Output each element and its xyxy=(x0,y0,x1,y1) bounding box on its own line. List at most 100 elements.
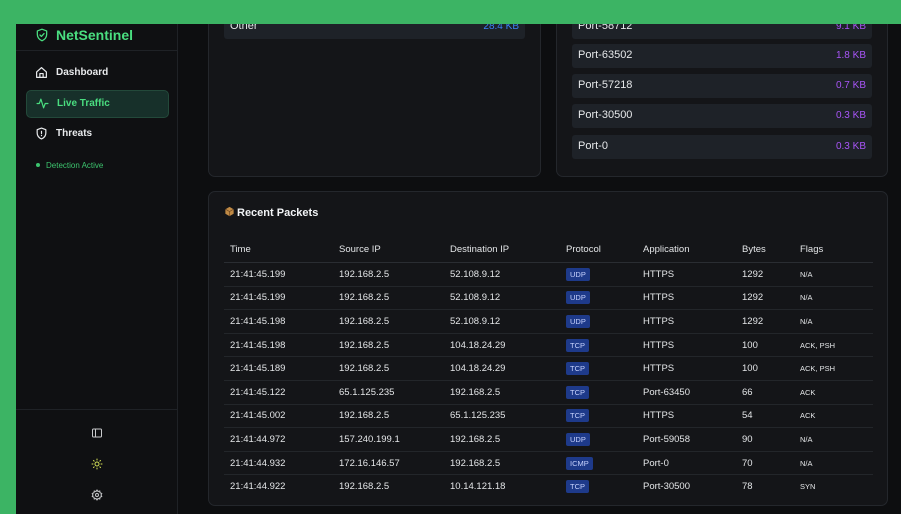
cell-destination-ip: 65.1.125.235 xyxy=(444,404,560,429)
sidebar-item-label: Threats xyxy=(56,128,93,139)
cell-source-ip: 192.168.2.5 xyxy=(333,309,444,334)
cell-protocol: TCP xyxy=(560,333,637,358)
table-row[interactable]: 21:41:44.972 157.240.199.1 192.168.2.5 U… xyxy=(224,427,873,452)
sidebar-item-threats[interactable]: Threats xyxy=(26,121,167,147)
cell-flags: N/A xyxy=(794,286,873,311)
protocol-badge: UDP xyxy=(566,432,590,446)
alert-icon xyxy=(36,127,47,140)
cell-bytes: 1292 xyxy=(736,286,794,311)
cell-application: Port-59058 xyxy=(637,427,736,452)
list-item: Port-58712 9.1 KB xyxy=(572,24,872,39)
cell-source-ip: 192.168.2.5 xyxy=(333,286,444,311)
row-label: Port-30500 xyxy=(578,109,633,121)
table-row[interactable]: 21:41:44.922 192.168.2.5 10.14.121.18 TC… xyxy=(224,475,873,498)
cell-flags: ACK xyxy=(794,380,873,405)
cell-bytes: 70 xyxy=(736,451,794,476)
cell-protocol: UDP xyxy=(560,262,637,287)
cell-protocol: TCP xyxy=(560,404,637,429)
row-label: Port-63502 xyxy=(578,49,633,61)
recent-packets-panel: Recent Packets Time Source IP Destinatio… xyxy=(208,191,888,506)
table-row[interactable]: 21:41:45.199 192.168.2.5 52.108.9.12 UDP… xyxy=(224,286,873,311)
protocol-badge: UDP xyxy=(566,314,590,328)
cell-source-ip: 192.168.2.5 xyxy=(333,404,444,429)
cell-time: 21:41:45.198 xyxy=(224,309,333,334)
cell-destination-ip: 104.18.24.29 xyxy=(444,333,560,358)
sidebar-item-label: Dashboard xyxy=(56,67,109,78)
cell-source-ip: 192.168.2.5 xyxy=(333,356,444,381)
gear-icon[interactable] xyxy=(91,489,103,501)
protocol-badge: TCP xyxy=(566,480,589,494)
cell-destination-ip: 52.108.9.12 xyxy=(444,286,560,311)
table-row[interactable]: 21:41:45.198 192.168.2.5 52.108.9.12 UDP… xyxy=(224,309,873,334)
table-row[interactable]: 21:41:45.198 192.168.2.5 104.18.24.29 TC… xyxy=(224,333,873,358)
protocol-badge: TCP xyxy=(566,385,589,399)
cell-application: Port-63450 xyxy=(637,380,736,405)
cell-destination-ip: 104.18.24.29 xyxy=(444,356,560,381)
packets-table: Time Source IP Destination IP Protocol A… xyxy=(224,236,873,498)
table-row[interactable]: 21:41:45.199 192.168.2.5 52.108.9.12 UDP… xyxy=(224,262,873,287)
cell-destination-ip: 192.168.2.5 xyxy=(444,451,560,476)
table-row[interactable]: 21:41:45.189 192.168.2.5 104.18.24.29 TC… xyxy=(224,356,873,381)
cell-time: 21:41:45.199 xyxy=(224,286,333,311)
cell-protocol: TCP xyxy=(560,356,637,381)
home-icon xyxy=(36,67,47,78)
cell-bytes: 90 xyxy=(736,427,794,452)
sidebar-item-dashboard[interactable]: Dashboard xyxy=(26,60,167,86)
cell-bytes: 1292 xyxy=(736,262,794,287)
row-value: 28.4 KB xyxy=(483,24,519,32)
column-header: Time xyxy=(224,236,333,263)
section-title-text: Recent Packets xyxy=(237,207,319,219)
cell-flags: N/A xyxy=(794,262,873,287)
traffic-breakdown-panel: Other 28.4 KB xyxy=(208,24,541,177)
cell-destination-ip: 192.168.2.5 xyxy=(444,380,560,405)
cell-time: 21:41:45.199 xyxy=(224,262,333,287)
row-label: Port-58712 xyxy=(578,24,633,32)
detection-status: Detection Active xyxy=(36,161,103,170)
column-header: Bytes xyxy=(736,236,794,263)
cell-application: Port-30500 xyxy=(643,481,691,493)
column-header: Protocol xyxy=(560,236,637,263)
status-dot-icon xyxy=(36,162,40,167)
cell-flags: N/A xyxy=(794,451,873,476)
package-icon xyxy=(225,206,234,217)
cell-application: Port-0 xyxy=(637,451,736,476)
panel-toggle-icon[interactable] xyxy=(91,427,103,439)
cell-flags: N/A xyxy=(794,427,873,452)
cell-time: 21:41:45.122 xyxy=(224,380,333,405)
cell-time: 21:41:44.932 xyxy=(224,451,333,476)
cell-flags: ACK, PSH xyxy=(794,333,873,358)
cell-source-ip: 192.168.2.5 xyxy=(339,481,390,493)
column-header: Application xyxy=(637,236,736,263)
table-row[interactable]: 21:41:44.932 172.16.146.57 192.168.2.5 I… xyxy=(224,451,873,476)
table-row[interactable]: 21:41:45.122 65.1.125.235 192.168.2.5 TC… xyxy=(224,380,873,405)
row-value: 9.1 KB xyxy=(835,24,866,32)
cell-source-ip: 192.168.2.5 xyxy=(333,262,444,287)
cell-protocol: UDP xyxy=(560,309,637,334)
protocol-badge: TCP xyxy=(566,362,589,376)
row-label: Other xyxy=(230,24,258,32)
cell-flags: ACK xyxy=(794,404,873,429)
cell-flags: SYN xyxy=(800,482,816,492)
column-header: Flags xyxy=(794,236,873,263)
cell-source-ip: 157.240.199.1 xyxy=(333,427,444,452)
table-row[interactable]: 21:41:45.002 192.168.2.5 65.1.125.235 TC… xyxy=(224,404,873,429)
protocol-badge: TCP xyxy=(566,338,589,352)
cell-time: 21:41:45.189 xyxy=(224,356,333,381)
protocol-badge: ICMP xyxy=(566,456,593,470)
cell-source-ip: 172.16.146.57 xyxy=(333,451,444,476)
cell-protocol: TCP xyxy=(560,380,637,405)
cell-protocol: UDP xyxy=(560,427,637,452)
column-header: Destination IP xyxy=(444,236,560,263)
sidebar-item-live-traffic[interactable]: Live Traffic xyxy=(26,90,169,118)
row-label: Port-57218 xyxy=(578,79,633,91)
cell-destination-ip: 52.108.9.12 xyxy=(444,262,560,287)
sun-icon[interactable] xyxy=(91,458,103,470)
cell-time: 21:41:45.002 xyxy=(224,404,333,429)
sidebar-footer xyxy=(16,409,177,514)
section-title: Recent Packets xyxy=(224,206,318,219)
cell-application: HTTPS xyxy=(637,333,736,358)
cell-application: HTTPS xyxy=(637,356,736,381)
cell-application: HTTPS xyxy=(637,404,736,429)
sidebar-item-label: Live Traffic xyxy=(57,98,110,109)
cell-source-ip: 192.168.2.5 xyxy=(333,333,444,358)
